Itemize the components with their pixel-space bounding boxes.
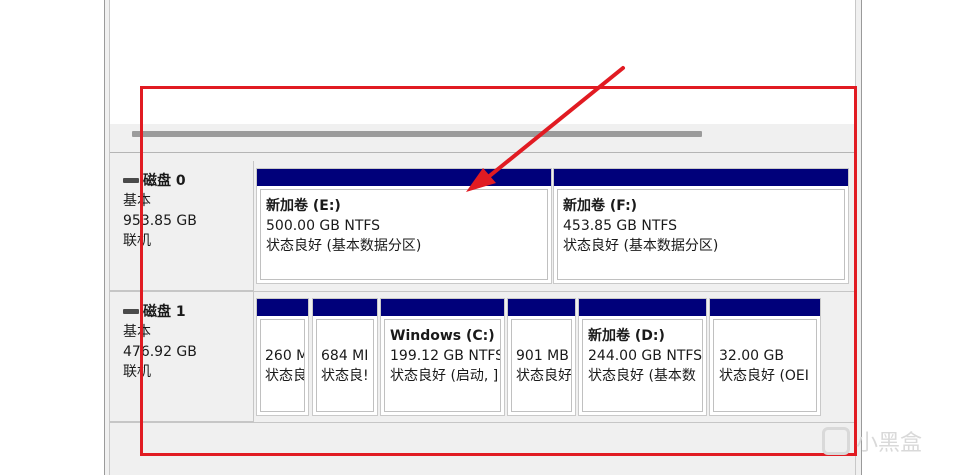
disk-icon [123,177,139,183]
partition-c-title: Windows (C:) [390,328,495,344]
partition-c-size: 199.12 GB NTFS [390,348,501,364]
volume-list-pane[interactable] [110,0,855,124]
background-left [0,0,104,475]
disk-row-separator [110,422,855,423]
partition-e-title: 新加卷 (E:) [266,198,341,214]
partition-oem-size: 32.00 GB [719,348,784,364]
disk-0-status: 联机 [123,233,151,249]
disk-0-type: 基本 [123,193,151,209]
partition-efi-size: 260 M [265,348,305,364]
partition-d[interactable]: 新加卷 (D:) 244.00 GB NTFS 状态良好 (基本数 [578,298,707,416]
disk-0-size: 953.85 GB [123,213,197,229]
partition-bar [313,299,377,316]
partition-d-body: 新加卷 (D:) 244.00 GB NTFS 状态良好 (基本数 [582,319,703,412]
partition-recovery-2-body: 901 MB 状态良好 [511,319,572,412]
partition-bar [257,299,308,316]
frame-divider-right [855,0,856,475]
disk-1-status: 联机 [123,364,151,380]
partition-f-size: 453.85 GB NTFS [563,218,678,234]
partition-bar [381,299,504,316]
partition-f-status: 状态良好 (基本数据分区) [563,238,719,254]
partition-e-body: 新加卷 (E:) 500.00 GB NTFS 状态良好 (基本数据分区) [260,189,548,280]
xiaoheihe-logo-icon [822,427,850,455]
partition-c[interactable]: Windows (C:) 199.12 GB NTFS 状态良好 (启动, ] [380,298,505,416]
partition-bar [508,299,575,316]
disk-1-type: 基本 [123,324,151,340]
partition-d-status: 状态良好 (基本数 [588,368,696,384]
partition-c-status: 状态良好 (启动, ] [390,368,499,384]
partition-recovery-2-status: 状态良好 [516,368,572,384]
disk-0-name: 磁盘 0 [143,173,186,189]
disk-1-size: 476.92 GB [123,344,197,360]
partition-efi-body: 260 M 状态良 [260,319,305,412]
disk-1-name: 磁盘 1 [143,304,186,320]
partition-e-size: 500.00 GB NTFS [266,218,381,234]
partition-bar [579,299,706,316]
partition-oem[interactable]: 32.00 GB 状态良好 (OEI [709,298,821,416]
partition-f-title: 新加卷 (F:) [563,198,638,214]
disk-0-label[interactable]: 磁盘 0 基本 953.85 GB 联机 [110,161,254,291]
watermark: 小黑盒 [822,425,922,457]
partition-d-size: 244.00 GB NTFS [588,348,703,364]
partition-f-body: 新加卷 (F:) 453.85 GB NTFS 状态良好 (基本数据分区) [557,189,845,280]
watermark-text: 小黑盒 [856,431,923,456]
partition-recovery-1-status: 状态良! [321,368,369,384]
horizontal-scrollbar-thumb[interactable] [132,131,702,137]
partition-recovery-2[interactable]: 901 MB 状态良好 [507,298,576,416]
partition-c-body: Windows (C:) 199.12 GB NTFS 状态良好 (启动, ] [384,319,501,412]
partition-oem-body: 32.00 GB 状态良好 (OEI [713,319,817,412]
partition-recovery-1-body: 684 MI 状态良! [316,319,374,412]
partition-oem-status: 状态良好 (OEI [719,368,809,384]
disk-1-name-row: 磁盘 1 [123,302,253,322]
disk-icon [123,308,139,314]
partition-e-status: 状态良好 (基本数据分区) [266,238,422,254]
partition-efi-status: 状态良 [265,368,305,384]
partition-recovery-2-size: 901 MB [516,348,569,364]
partition-e[interactable]: 新加卷 (E:) 500.00 GB NTFS 状态良好 (基本数据分区) [256,168,552,284]
disk-0-name-row: 磁盘 0 [123,171,253,191]
partition-bar [554,169,848,186]
partition-recovery-1[interactable]: 684 MI 状态良! [312,298,378,416]
partition-efi[interactable]: 260 M 状态良 [256,298,309,416]
disk-1-label[interactable]: 磁盘 1 基本 476.92 GB 联机 [110,292,254,422]
partition-bar [257,169,551,186]
partition-f[interactable]: 新加卷 (F:) 453.85 GB NTFS 状态良好 (基本数据分区) [553,168,849,284]
partition-bar [710,299,820,316]
partition-recovery-1-size: 684 MI [321,348,369,364]
partition-d-title: 新加卷 (D:) [588,328,665,344]
